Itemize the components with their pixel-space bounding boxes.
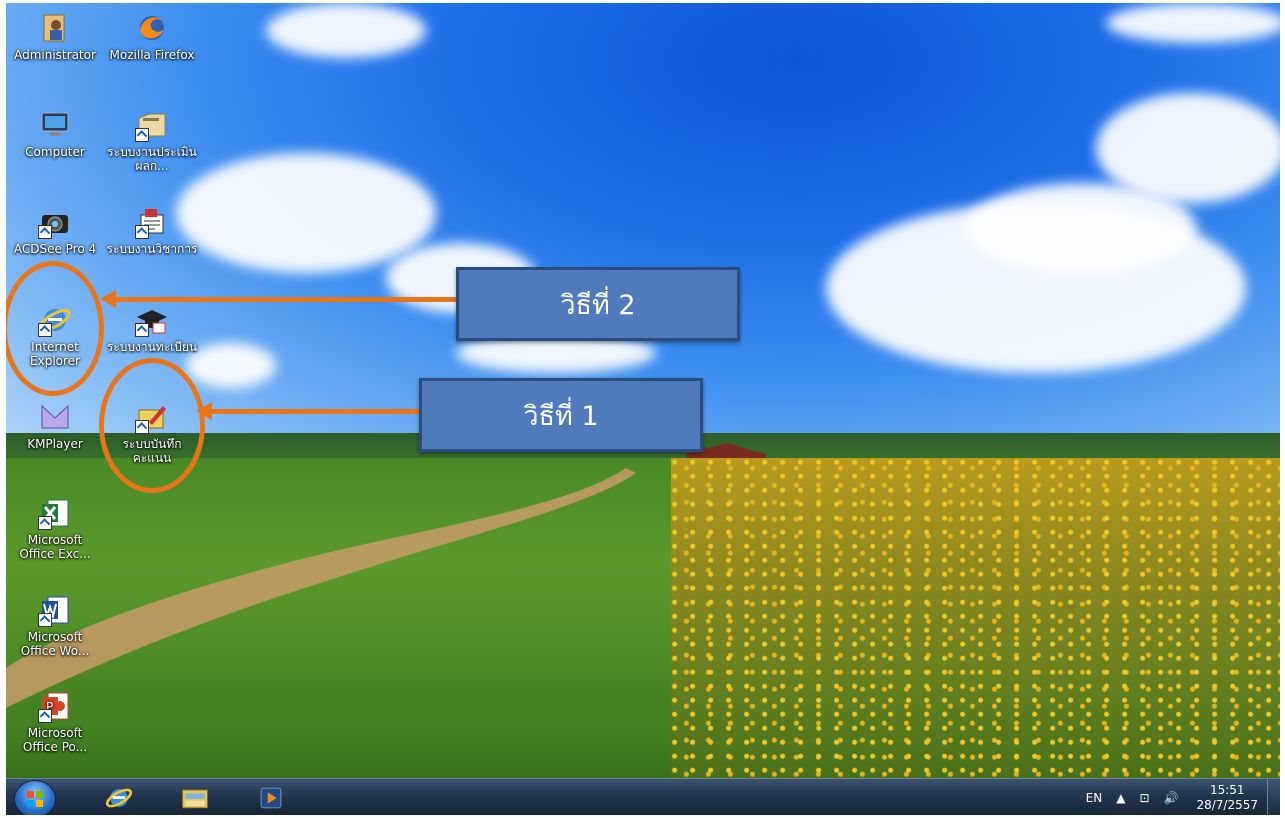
language-indicator[interactable]: EN [1086,791,1103,805]
excel-icon [38,496,72,530]
user-folder-icon [38,11,72,45]
highlight-ring-score-system [99,358,205,493]
arrow-method-2 [114,297,459,302]
desktop-icon-evaluation-system[interactable]: ระบบงานประเมินผลก... [106,108,198,173]
desktop-icon-kmplayer[interactable]: KMPlayer [9,400,101,451]
folder-shortcut-icon [135,108,169,142]
computer-icon [38,108,72,142]
network-icon[interactable]: ⊡ [1139,791,1149,805]
arrow-head-method-1 [196,402,212,420]
word-icon [38,593,72,627]
desktop-icon-label: Microsoft Office Wo... [20,630,90,658]
volume-icon[interactable]: 🔊 [1164,791,1179,805]
desktop-icon-label: ACDSee Pro 4 [13,242,97,256]
desktop-icon-label: Administrator [14,48,96,62]
windows-logo-icon [27,791,43,807]
desktop-icon-label: ระบบงานประเมินผลก... [107,145,197,173]
internet-explorer-icon [105,788,133,807]
wallpaper-flower-field [671,458,1280,815]
taskbar: EN ▲ ⊡ 🔊 15:51 28/7/2557 [6,778,1280,815]
media-player-icon [260,787,282,808]
app-shortcut-icon [135,205,169,239]
wallpaper-dirt-path [6,468,636,708]
desktop-icon-powerpoint[interactable]: P Microsoft Office Po... [9,689,101,754]
arrow-head-method-2 [100,290,116,308]
clock-date: 28/7/2557 [1196,797,1258,812]
powerpoint-icon: P [38,689,72,723]
show-desktop-button[interactable] [1267,779,1280,815]
desktop-icon-administrator[interactable]: Administrator [9,11,101,62]
desktop-icon-computer[interactable]: Computer [9,108,101,159]
desktop-icon-label: ระบบงานวิชาการ [106,242,198,256]
callout-method-1-label: วิธีที่ 1 [523,400,599,432]
show-hidden-icons-arrow-icon[interactable]: ▲ [1116,791,1125,805]
desktop-icon-academic-system[interactable]: ระบบงานวิชาการ [106,205,198,256]
desktop-icon-registration-system[interactable]: ระบบงานทะเบียน [106,303,198,354]
callout-method-2-label: วิธีที่ 2 [560,289,636,321]
callout-method-1: วิธีที่ 1 [419,378,703,452]
taskbar-media-player[interactable] [248,781,294,814]
desktop-icon-label: Microsoft Office Exc... [19,533,91,561]
desktop-screen: Administrator Computer ACDSee Pro 4 Inte… [6,3,1280,815]
file-explorer-icon [182,789,208,808]
taskbar-internet-explorer[interactable] [96,781,142,814]
highlight-ring-internet-explorer [6,261,104,396]
callout-method-2: วิธีที่ 2 [456,267,740,341]
camera-icon [38,205,72,239]
taskbar-file-explorer[interactable] [172,781,218,814]
system-tray: EN ▲ ⊡ 🔊 15:51 28/7/2557 [1072,779,1258,815]
kmplayer-icon [38,400,72,434]
clock-time: 15:51 [1209,782,1245,797]
desktop-icon-label: Microsoft Office Po... [22,726,88,754]
graduation-cap-icon [135,303,169,337]
firefox-icon [135,11,169,45]
arrow-method-1 [210,409,420,414]
desktop-icon-firefox[interactable]: Mozilla Firefox [106,11,198,62]
desktop-icon-acdsee[interactable]: ACDSee Pro 4 [9,205,101,256]
clock[interactable]: 15:51 28/7/2557 [1196,783,1258,813]
desktop-icon-label: KMPlayer [27,437,83,451]
desktop-icon-excel[interactable]: Microsoft Office Exc... [9,496,101,561]
desktop-icon-label: ระบบงานทะเบียน [106,340,198,354]
desktop-icon-label: Mozilla Firefox [109,48,195,62]
desktop-icon-label: Computer [25,145,85,159]
start-button[interactable] [14,780,56,815]
desktop-icon-word[interactable]: Microsoft Office Wo... [9,593,101,658]
